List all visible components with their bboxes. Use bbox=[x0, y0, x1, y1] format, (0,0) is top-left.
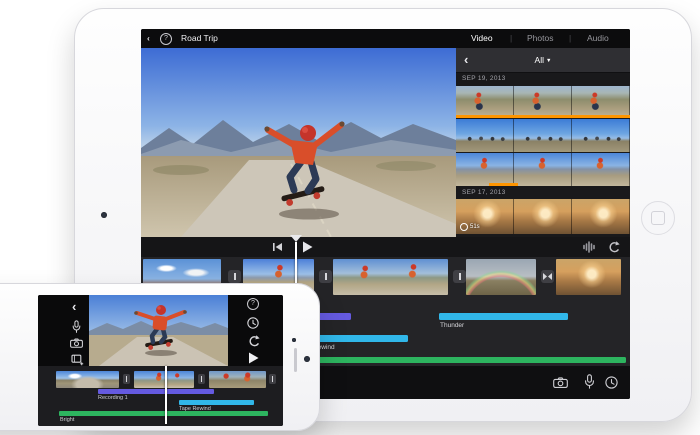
music-track-label: Bright bbox=[60, 417, 74, 423]
skip-to-start-button[interactable] bbox=[272, 242, 283, 252]
media-clip-filmstrip[interactable] bbox=[456, 153, 630, 186]
transition-button[interactable] bbox=[228, 270, 241, 283]
timeline-video-clip[interactable] bbox=[466, 259, 536, 295]
media-clip-frame[interactable] bbox=[514, 119, 572, 152]
clip-duration-badge: 51s bbox=[460, 223, 480, 231]
playhead-line[interactable] bbox=[165, 366, 167, 424]
tab-audio[interactable]: Audio bbox=[587, 29, 609, 48]
iphone-timeline: Recording 1 Tape Rewind Bright bbox=[38, 366, 283, 426]
ipad-home-button bbox=[641, 201, 675, 235]
media-clip-frame[interactable] bbox=[572, 119, 630, 152]
transition-button[interactable] bbox=[453, 270, 466, 283]
ipad-nav-bar: ‹ ? Road Trip Video | Photos | Audio bbox=[141, 29, 630, 48]
iphone-earpiece-speaker bbox=[294, 348, 297, 372]
timeline-video-clip[interactable] bbox=[56, 371, 119, 388]
back-chevron-icon[interactable]: ‹ bbox=[147, 29, 150, 48]
audio-clip-label: Thunder bbox=[440, 322, 464, 329]
media-clip-filmstrip[interactable] bbox=[456, 86, 630, 118]
transition-none-icon bbox=[272, 376, 274, 382]
media-clip-frame[interactable] bbox=[572, 153, 630, 186]
timeline-video-clip[interactable] bbox=[556, 259, 621, 295]
undo-button[interactable] bbox=[247, 335, 260, 347]
video-preview[interactable] bbox=[89, 295, 228, 366]
transition-none-icon bbox=[234, 273, 236, 280]
transition-button[interactable] bbox=[123, 374, 130, 384]
play-button[interactable] bbox=[302, 241, 313, 253]
microphone-button[interactable] bbox=[71, 320, 82, 334]
media-browser-header: ‹ All▼ bbox=[456, 48, 630, 73]
media-clip-filmstrip[interactable] bbox=[456, 119, 630, 152]
camera-button[interactable] bbox=[553, 377, 568, 388]
media-library-button[interactable] bbox=[71, 354, 84, 366]
iphone-front-camera bbox=[292, 338, 296, 342]
undo-button[interactable] bbox=[607, 241, 620, 253]
transition-none-icon bbox=[201, 376, 203, 382]
media-clip-frame[interactable] bbox=[456, 119, 514, 152]
media-clip-frame[interactable] bbox=[572, 199, 630, 234]
media-clip-frame[interactable] bbox=[514, 153, 572, 186]
transition-none-icon bbox=[126, 376, 128, 382]
transition-dissolve-icon bbox=[543, 273, 552, 280]
media-clip-frame[interactable] bbox=[456, 86, 514, 118]
timeline-video-clip[interactable] bbox=[134, 371, 194, 388]
microphone-button[interactable] bbox=[583, 374, 596, 390]
play-button[interactable] bbox=[248, 352, 259, 364]
iphone-left-toolbar: ‹ bbox=[38, 295, 89, 366]
media-clip-frame[interactable] bbox=[514, 86, 572, 118]
iphone-screen: ‹ bbox=[38, 295, 283, 426]
media-section-date: SEP 19, 2013 bbox=[456, 72, 630, 85]
timeline-video-clip[interactable] bbox=[333, 259, 448, 295]
audio-clip-bar-tape-rewind[interactable] bbox=[179, 400, 254, 405]
help-icon[interactable]: ? bbox=[160, 33, 172, 45]
media-browser-panel: ‹ All▼ SEP 19, 2013 SEP 17, 2013 bbox=[456, 48, 630, 237]
tab-separator: | bbox=[569, 29, 571, 48]
transition-none-icon bbox=[325, 273, 327, 280]
transition-none-icon bbox=[459, 273, 461, 280]
transport-bar bbox=[141, 237, 630, 257]
audio-waveform-toggle-button[interactable] bbox=[582, 241, 596, 253]
media-section-date: SEP 17, 2013 bbox=[456, 186, 630, 199]
music-track-bar[interactable] bbox=[59, 411, 268, 416]
project-speed-button[interactable] bbox=[247, 317, 259, 329]
media-clip-filmstrip[interactable]: 51s bbox=[456, 199, 630, 234]
transition-button[interactable] bbox=[541, 270, 554, 283]
camera-button[interactable] bbox=[70, 338, 83, 348]
used-clip-indicator bbox=[456, 115, 630, 118]
tab-photos[interactable]: Photos bbox=[527, 29, 553, 48]
project-speed-button[interactable] bbox=[605, 376, 618, 389]
iphone-device: ‹ bbox=[0, 283, 320, 431]
audio-clip-bar-thunder[interactable] bbox=[439, 313, 568, 320]
dropdown-arrow-icon: ▼ bbox=[546, 58, 551, 64]
media-filter-dropdown[interactable]: All▼ bbox=[456, 48, 630, 72]
transition-button[interactable] bbox=[319, 270, 332, 283]
back-chevron-icon[interactable]: ‹ bbox=[72, 301, 76, 313]
iphone-sensor bbox=[304, 356, 310, 362]
help-icon[interactable]: ? bbox=[247, 298, 259, 310]
clock-icon bbox=[460, 223, 468, 231]
media-clip-frame[interactable] bbox=[572, 86, 630, 118]
video-preview[interactable] bbox=[141, 48, 456, 237]
tab-separator: | bbox=[510, 29, 512, 48]
timeline-video-clip[interactable] bbox=[209, 371, 266, 388]
iphone-right-toolbar: ? bbox=[228, 295, 283, 366]
transition-button[interactable] bbox=[198, 374, 205, 384]
playhead-marker bbox=[290, 235, 302, 242]
audio-clip-bar-recording[interactable] bbox=[98, 389, 214, 394]
tab-video[interactable]: Video bbox=[471, 29, 493, 48]
transition-button[interactable] bbox=[269, 374, 276, 384]
media-filter-value: All bbox=[535, 55, 544, 65]
project-title: Road Trip bbox=[181, 29, 218, 48]
audio-clip-label: Recording 1 bbox=[98, 395, 128, 401]
ipad-front-camera bbox=[101, 212, 107, 218]
media-clip-frame[interactable] bbox=[456, 153, 514, 186]
media-clip-frame[interactable] bbox=[514, 199, 572, 234]
